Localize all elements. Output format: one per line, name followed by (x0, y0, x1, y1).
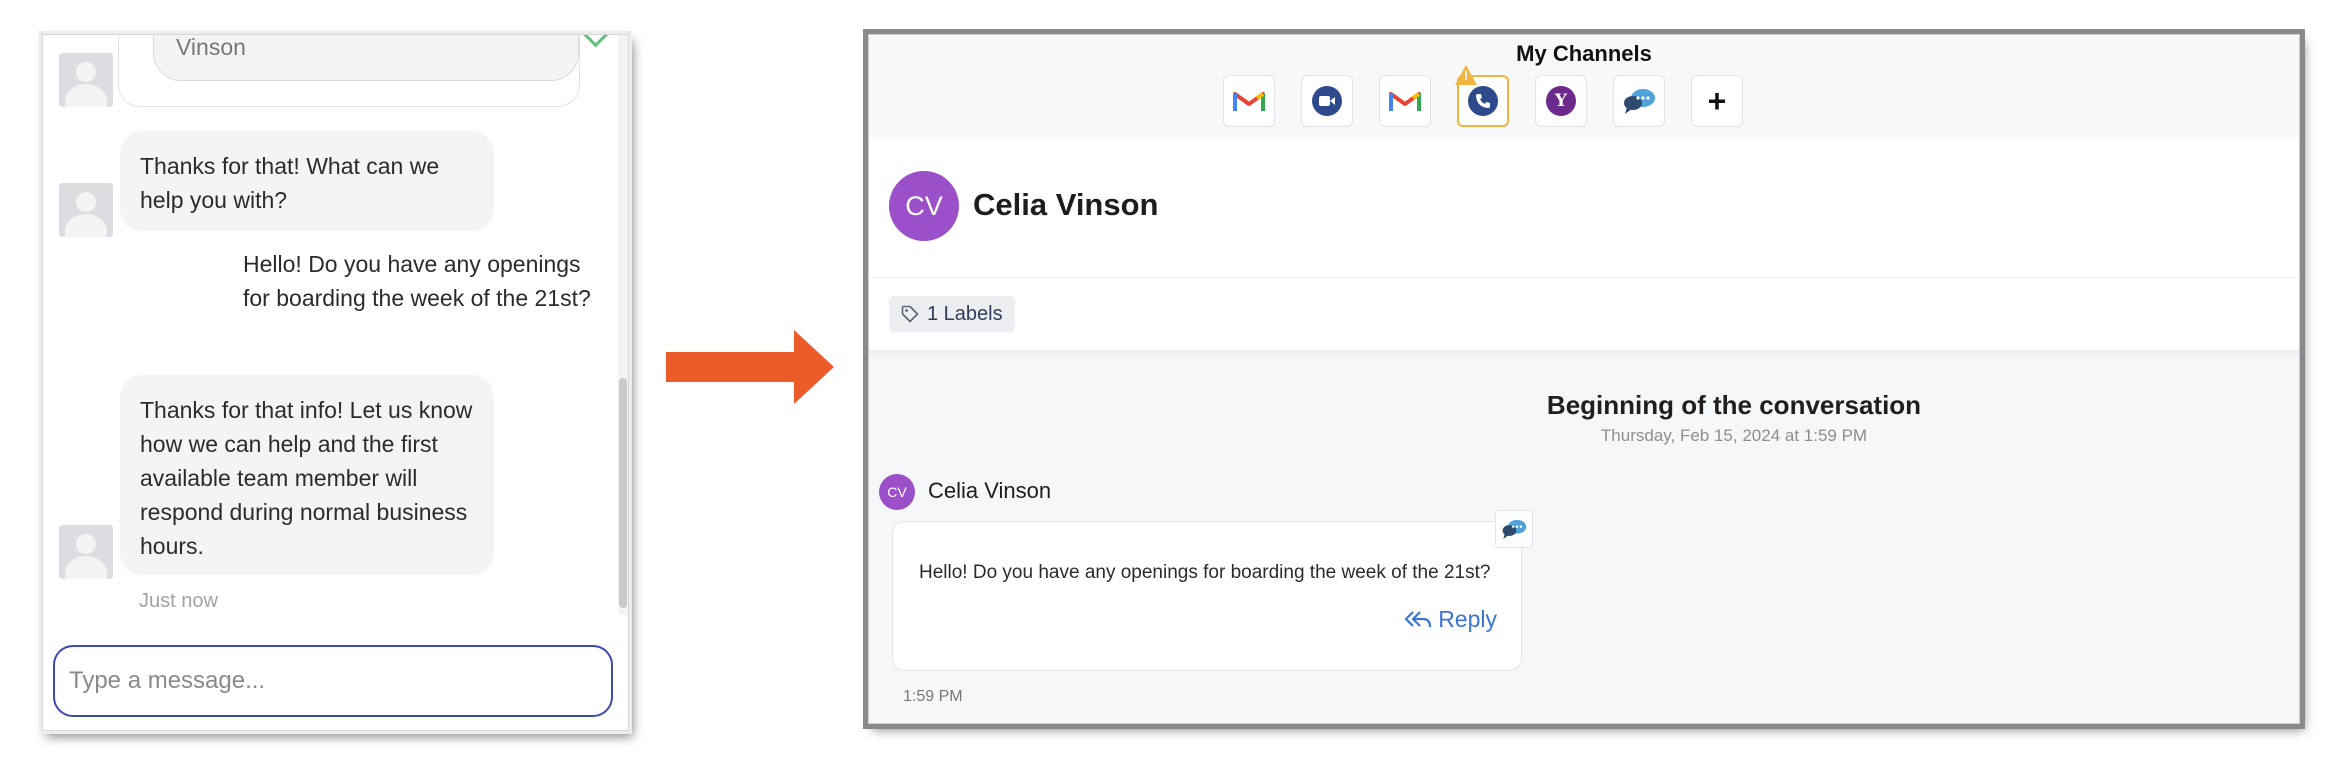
webchat-icon (1502, 519, 1527, 539)
contact-name: Celia Vinson (973, 187, 1159, 222)
labels-chip[interactable]: 1 Labels (889, 296, 1015, 332)
message-channel-badge (1495, 510, 1533, 548)
webchat-icon (1624, 89, 1655, 114)
channel-webchat[interactable] (1613, 75, 1665, 127)
bot-avatar (59, 53, 113, 107)
add-channel-button[interactable]: + (1691, 75, 1743, 127)
tag-icon (901, 305, 919, 323)
conversation-date: Thursday, Feb 15, 2024 at 1:59 PM (1600, 426, 1868, 445)
reply-button[interactable]: Reply (1404, 606, 1497, 633)
conversation-area: Beginning of the conversation Thursday, … (869, 356, 2299, 723)
form-value-text: Vinson (176, 34, 246, 60)
gmail-icon (1389, 92, 1421, 111)
message-time: 1:59 PM (903, 688, 963, 705)
channel-gmail-1[interactable] (1223, 75, 1275, 127)
user-message-text: Hello! Do you have any openings for boar… (243, 251, 591, 311)
channel-video[interactable] (1301, 75, 1353, 127)
check-icon (583, 35, 614, 48)
message-text: Hello! Do you have any openings for boar… (919, 562, 1491, 583)
reply-all-icon (1405, 610, 1432, 627)
bot-message-text: Thanks for that info! Let us know how we… (140, 397, 473, 559)
gmail-icon (1233, 92, 1265, 111)
labels-row: 1 Labels (869, 278, 2299, 356)
channels-bar: My Channels ! Y + (869, 35, 2299, 139)
chat-widget: Vinson Thanks for that! What can we help… (42, 34, 629, 731)
scrollbar-thumb[interactable] (619, 378, 627, 608)
user-message: Hello! Do you have any openings for boar… (243, 247, 603, 315)
reply-label: Reply (1438, 606, 1497, 632)
bot-message-bubble: Thanks for that! What can we help you wi… (120, 131, 494, 231)
message-input[interactable] (53, 645, 613, 717)
bot-message-text: Thanks for that! What can we help you wi… (140, 153, 440, 213)
conversation-title: Beginning of the conversation (1546, 390, 1922, 420)
bot-avatar (59, 183, 113, 237)
arrow-right-icon (666, 330, 834, 404)
video-call-icon (1312, 86, 1342, 116)
labels-chip-text: 1 Labels (927, 302, 1003, 325)
bot-avatar (59, 525, 113, 579)
conversation-panel: My Channels ! Y + CV Celia Vinson 1 Labe… (868, 34, 2300, 724)
form-value-field: Vinson (153, 34, 614, 81)
channel-yahoo[interactable]: Y (1535, 75, 1587, 127)
channels-title: My Channels (1516, 41, 1652, 66)
contact-avatar: CV (889, 171, 959, 241)
sender-name: Celia Vinson (928, 478, 1052, 503)
yahoo-icon: Y (1546, 86, 1576, 116)
bot-message-bubble: Thanks for that info! Let us know how we… (120, 375, 494, 575)
add-channel-icon: + (1707, 83, 1727, 119)
phone-icon (1468, 86, 1498, 116)
message-timestamp: Just now (139, 590, 218, 612)
channel-gmail-2[interactable] (1379, 75, 1431, 127)
contact-header: CV Celia Vinson (869, 139, 2299, 278)
sender-avatar: CV (879, 474, 915, 510)
message-card: Hello! Do you have any openings for boar… (892, 510, 1533, 671)
